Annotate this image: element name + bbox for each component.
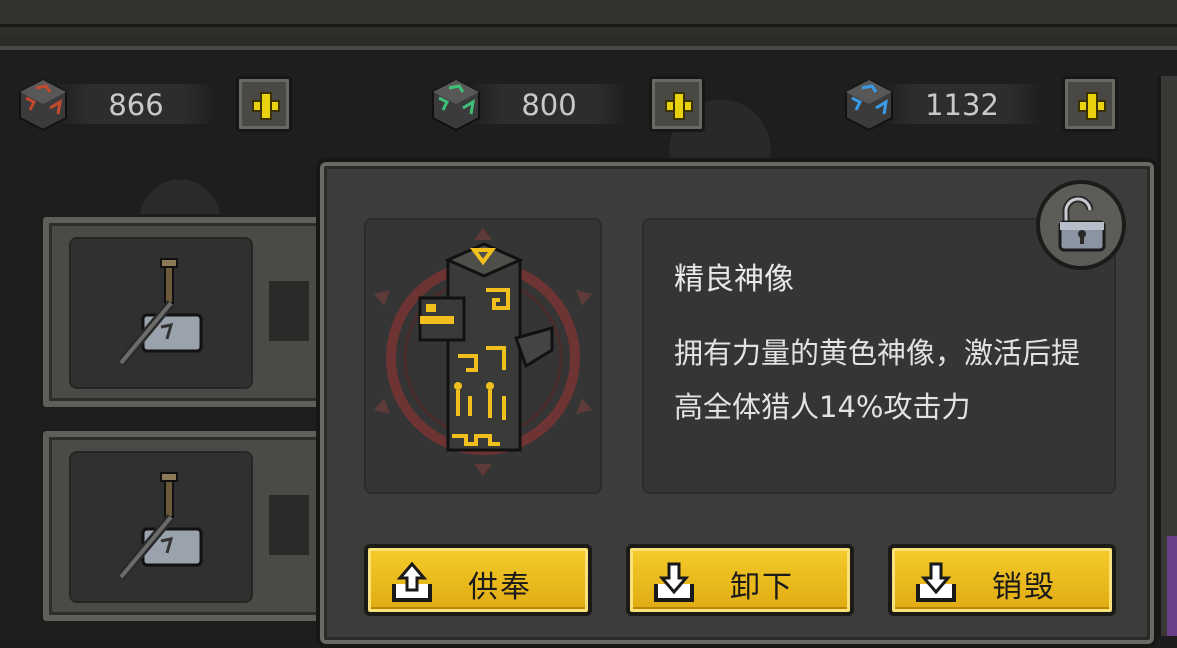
resource-value: 800	[521, 88, 577, 122]
lock-toggle-button[interactable]	[1036, 180, 1126, 270]
download-tray-icon	[916, 562, 956, 602]
item-icon-frame	[364, 218, 602, 494]
green-rune-cube-icon	[432, 78, 480, 132]
yellow-totem-statue-icon	[374, 228, 592, 476]
destroy-button[interactable]: 销毁	[888, 544, 1116, 616]
unlocked-padlock-icon	[1058, 196, 1106, 252]
right-edge-tabs	[1158, 76, 1177, 636]
hammer-icon	[117, 258, 203, 366]
download-tray-icon	[654, 562, 694, 602]
add-green-resource-button[interactable]	[649, 76, 705, 132]
add-red-resource-button[interactable]	[236, 76, 292, 132]
unequip-button-label: 卸下	[730, 570, 794, 605]
destroy-button-label: 销毁	[992, 570, 1056, 605]
resource-value: 1132	[925, 88, 999, 122]
red-rune-cube-icon	[19, 78, 67, 132]
blue-rune-cube-icon	[845, 78, 893, 132]
item-description: 拥有力量的黄色神像，激活后提高全体猎人14%攻击力	[674, 336, 1081, 424]
item-name: 精良神像	[674, 262, 794, 297]
add-blue-resource-button[interactable]	[1062, 76, 1118, 132]
item-detail-panel: 精良神像 拥有力量的黄色神像，激活后提高全体猎人14%攻击力 供奉 卸下 销毁	[316, 158, 1158, 648]
offer-button-label: 供奉	[468, 570, 532, 605]
hammer-icon	[117, 472, 203, 580]
equipment-slot-1[interactable]	[40, 214, 346, 410]
offer-button[interactable]: 供奉	[364, 544, 592, 616]
unequip-button[interactable]: 卸下	[626, 544, 854, 616]
item-info-box: 精良神像 拥有力量的黄色神像，激活后提高全体猎人14%攻击力	[642, 218, 1116, 494]
upload-tray-icon	[392, 561, 432, 602]
resource-value: 866	[108, 88, 164, 122]
top-frame-bar	[0, 0, 1177, 50]
equipment-slot-2[interactable]	[40, 428, 346, 624]
